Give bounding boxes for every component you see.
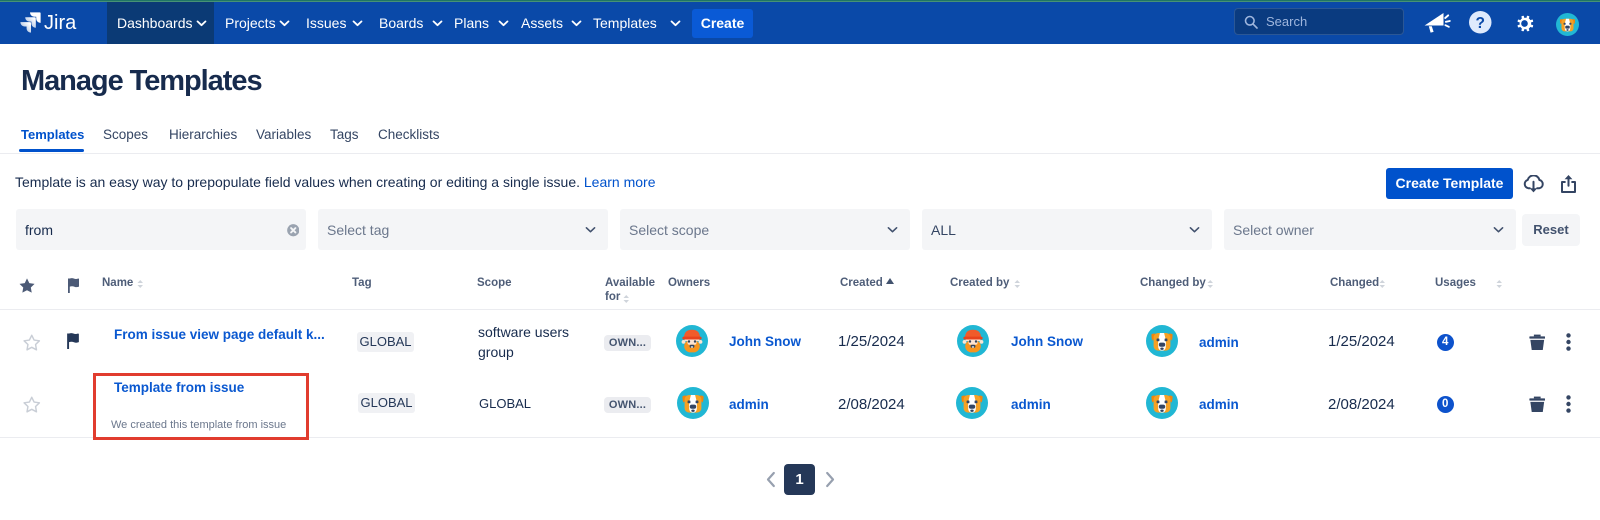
svg-text:?: ? — [1476, 15, 1485, 32]
